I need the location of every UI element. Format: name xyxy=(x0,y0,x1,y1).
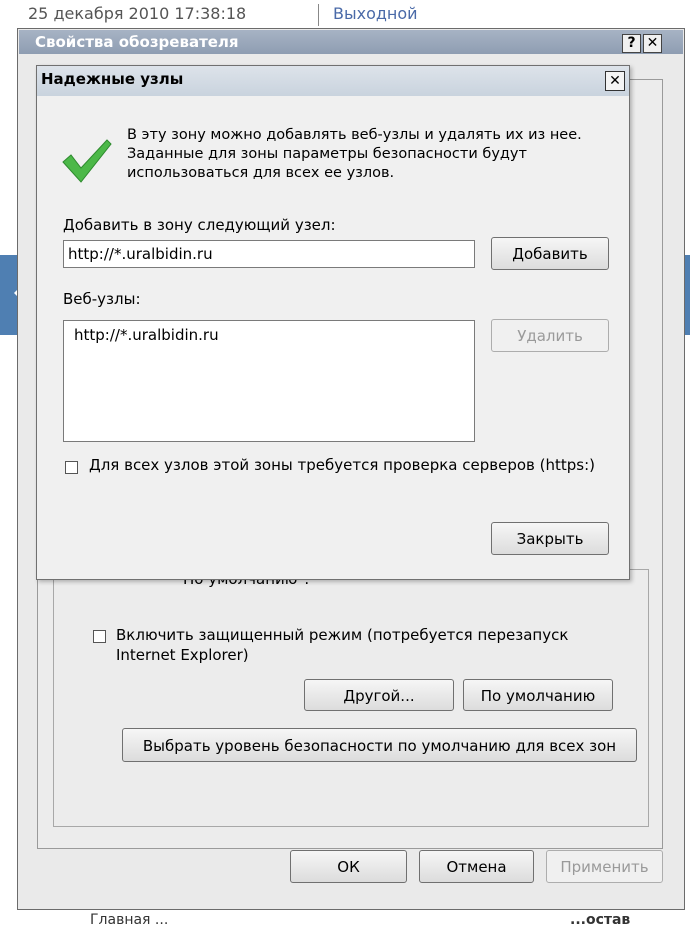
footer-right-text: ...остав xyxy=(570,912,631,928)
protected-mode-label[interactable]: Включить защищенный режим (потребуется п… xyxy=(116,625,596,665)
trusted-sites-dialog: Надежные узлы ✕ В эту зону можно добавля… xyxy=(36,65,630,580)
cancel-button[interactable]: Отмена xyxy=(419,850,534,883)
add-site-label: Добавить в зону следующий узел: xyxy=(63,216,336,234)
inner-close-button[interactable]: ✕ xyxy=(605,71,625,91)
outer-title-bar[interactable]: Свойства обозревателя ? ✕ xyxy=(19,30,683,54)
websites-list[interactable]: http://*.uralbidin.ru xyxy=(63,320,475,442)
date-text: 25 декабря 2010 17:38:18 xyxy=(28,4,247,23)
help-button[interactable]: ? xyxy=(622,34,641,53)
trusted-sites-title: Надежные узлы xyxy=(41,70,184,88)
require-https-checkbox[interactable] xyxy=(65,461,78,474)
apply-button[interactable]: Применить xyxy=(546,850,663,883)
ok-button[interactable]: ОК xyxy=(290,850,407,883)
add-site-input[interactable] xyxy=(63,240,475,268)
remove-button[interactable]: Удалить xyxy=(491,319,609,352)
custom-level-button[interactable]: Другой... xyxy=(304,679,454,711)
websites-label: Веб-узлы: xyxy=(63,290,141,308)
footer-left-text: Главная ... xyxy=(90,912,169,928)
holiday-link[interactable]: Выходной xyxy=(333,4,418,23)
require-https-label[interactable]: Для всех узлов этой зоны требуется прове… xyxy=(89,456,595,474)
check-icon xyxy=(62,139,112,183)
info-text: В эту зону можно добавлять веб-узлы и уд… xyxy=(127,127,582,181)
background-footer: Главная ... ...остав xyxy=(0,912,690,930)
outer-close-button[interactable]: ✕ xyxy=(643,34,662,53)
add-button[interactable]: Добавить xyxy=(491,237,609,270)
outer-dialog-title: Свойства обозревателя xyxy=(35,33,239,51)
header-divider xyxy=(318,4,319,26)
protected-mode-checkbox[interactable] xyxy=(93,630,106,643)
close-button[interactable]: Закрыть xyxy=(491,522,609,555)
inner-title-bar[interactable]: Надежные узлы ✕ xyxy=(37,66,629,96)
reset-all-zones-button[interactable]: Выбрать уровень безопасности по умолчани… xyxy=(122,728,637,762)
list-item[interactable]: http://*.uralbidin.ru xyxy=(74,326,219,344)
default-level-button[interactable]: По умолчанию xyxy=(463,679,613,711)
